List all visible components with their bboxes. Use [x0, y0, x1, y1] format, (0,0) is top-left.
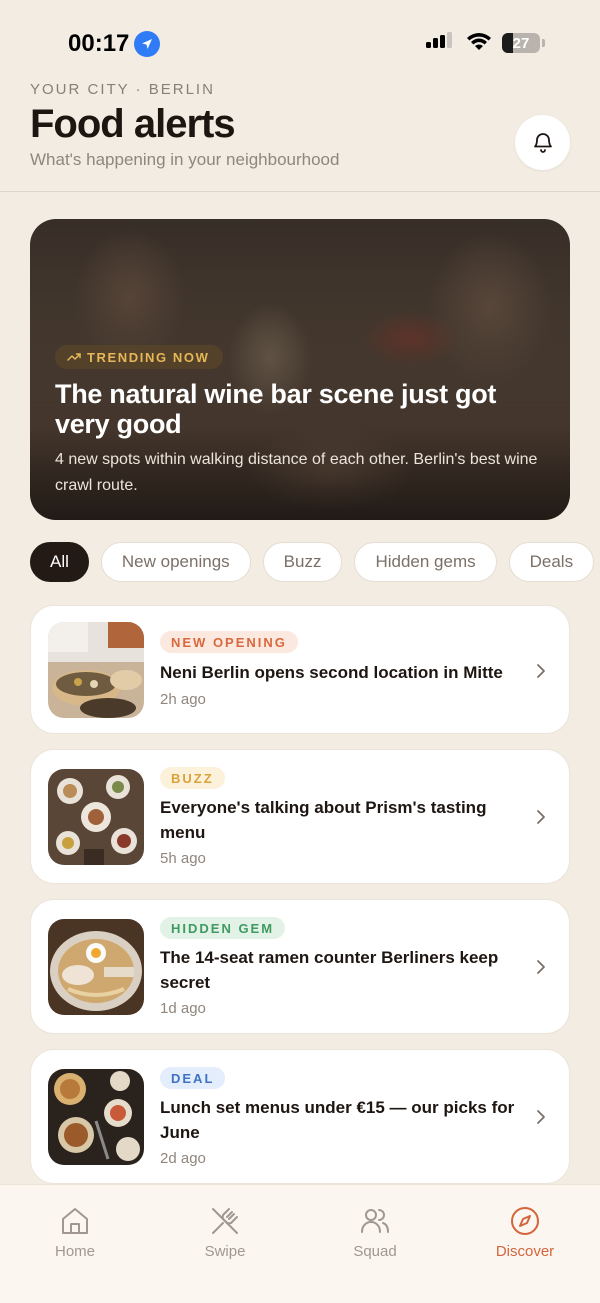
chevron-right-icon [537, 960, 545, 974]
filter-chip-deals[interactable]: Deals [508, 542, 595, 582]
page-subtitle: What's happening in your neighbourhood [30, 150, 340, 169]
location-arrow-icon [134, 31, 160, 57]
alert-thumbnail [48, 622, 144, 718]
utensils-crossed-icon [212, 1208, 238, 1234]
nav-label-home: Home [54, 1243, 95, 1260]
status-bar: 00:17 27 [0, 0, 600, 80]
page-title: Food alerts [30, 102, 236, 146]
trending-badge-label: TRENDING NOW [87, 349, 210, 365]
hero-title: The natural wine bar scene just got very… [55, 379, 497, 439]
filter-chip-all[interactable]: All [30, 542, 89, 582]
chevron-right-icon [537, 810, 545, 824]
trending-hero-card[interactable]: TRENDING NOW The natural wine bar scene … [30, 219, 570, 520]
compass-icon [511, 1207, 539, 1235]
nav-item-home[interactable]: Home [20, 1205, 130, 1260]
alert-tag: HIDDEN GEM [160, 917, 286, 939]
chevron-right-icon [537, 664, 545, 678]
notifications-button[interactable] [515, 115, 570, 170]
status-time: 00:17 [68, 30, 130, 57]
home-icon [62, 1208, 88, 1234]
alert-thumbnail [48, 1069, 144, 1165]
wifi-icon [467, 33, 491, 50]
filter-chips: All New openings Buzz Hidden gems Deals [30, 542, 595, 582]
hero-description: 4 new spots within walking distance of e… [55, 451, 538, 494]
nav-item-squad[interactable]: Squad [320, 1205, 430, 1260]
alert-time: 1d ago [160, 1000, 206, 1017]
alert-thumbnail [48, 919, 144, 1015]
nav-label-swipe: Swipe [204, 1243, 246, 1260]
filter-chip-buzz[interactable]: Buzz [262, 542, 343, 582]
users-icon [361, 1209, 389, 1233]
alert-title: Lunch set menus under €15 — our picks fo… [160, 1098, 515, 1142]
bell-icon [533, 132, 552, 153]
bottom-nav: Home Swipe Squad Discover [0, 1184, 600, 1303]
alert-thumbnail [48, 769, 144, 865]
alert-card[interactable]: NEW OPENING Neni Berlin opens second loc… [30, 605, 570, 734]
chevron-right-icon [537, 1110, 545, 1124]
nav-item-swipe[interactable]: Swipe [170, 1205, 280, 1260]
cellular-signal-icon [426, 32, 452, 48]
alert-time: 2h ago [160, 691, 206, 708]
alert-time: 5h ago [160, 850, 206, 867]
battery-level: 27 [512, 34, 530, 52]
alert-tag: BUZZ [160, 767, 225, 789]
filter-chip-hidden-gems[interactable]: Hidden gems [354, 542, 497, 582]
filter-chip-new-openings[interactable]: New openings [100, 542, 251, 582]
trending-up-icon [67, 353, 81, 361]
alert-card[interactable]: BUZZ Everyone's talking about Prism's ta… [30, 749, 570, 884]
alert-tag: NEW OPENING [160, 631, 298, 653]
city-eyebrow: YOUR CITY · BERLIN [30, 81, 215, 98]
alert-time: 2d ago [160, 1150, 206, 1167]
battery-icon: 27 [502, 33, 540, 53]
alert-title: The 14-seat ramen counter Berliners keep… [160, 948, 499, 992]
alert-card[interactable]: HIDDEN GEM The 14-seat ramen counter Ber… [30, 899, 570, 1034]
nav-item-discover[interactable]: Discover [470, 1205, 580, 1260]
trending-badge: TRENDING NOW [55, 345, 224, 369]
alert-title: Everyone's talking about Prism's tasting… [160, 798, 487, 842]
nav-label-squad: Squad [353, 1243, 397, 1260]
alert-title: Neni Berlin opens second location in Mit… [160, 663, 503, 682]
alert-tag: DEAL [160, 1067, 226, 1089]
header-divider [0, 191, 600, 192]
alert-card[interactable]: DEAL Lunch set menus under €15 — our pic… [30, 1049, 570, 1184]
nav-label-discover: Discover [495, 1243, 555, 1260]
